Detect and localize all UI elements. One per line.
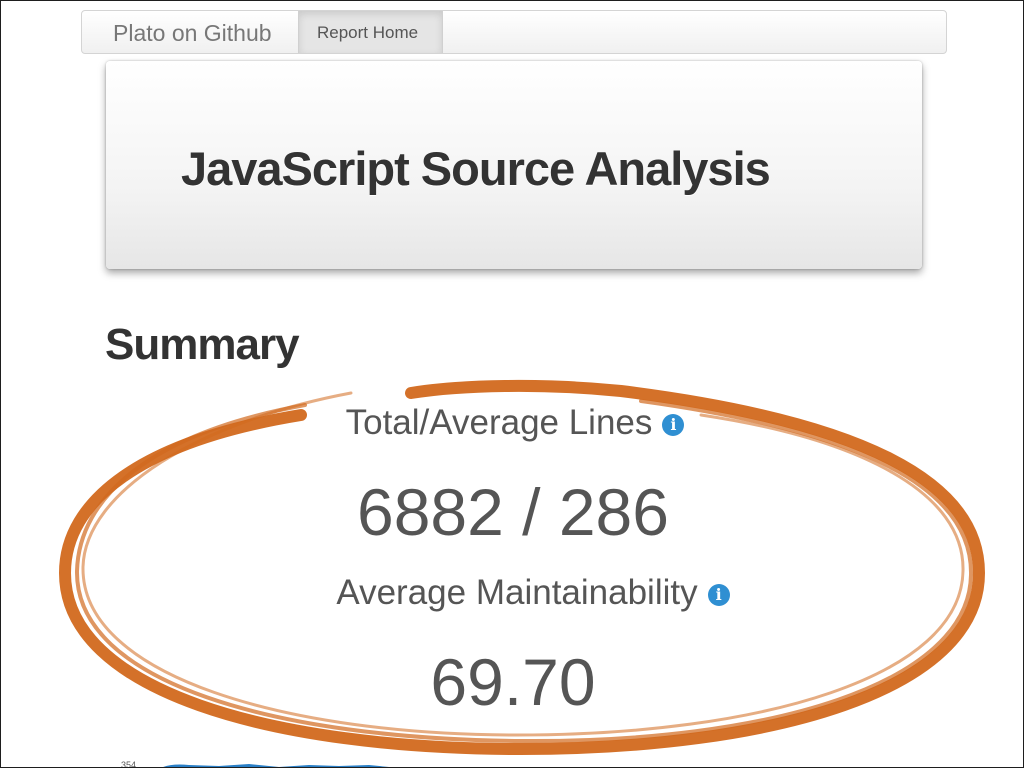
info-icon[interactable]: i: [662, 414, 685, 436]
lines-label-text: Total/Average Lines: [345, 403, 653, 442]
navbar: Plato on Github Report Home: [81, 10, 947, 54]
chart-peek-shape: [163, 764, 389, 767]
brand-link[interactable]: Plato on Github: [113, 20, 272, 47]
maintainability-stat-value: 69.70: [430, 645, 596, 719]
info-icon[interactable]: i: [707, 584, 730, 606]
nav-link-report-home[interactable]: Report Home: [298, 11, 443, 53]
hero-unit: JavaScript Source Analysis: [106, 61, 922, 269]
maintainability-stat-label: Average Maintainability i: [1, 573, 1023, 612]
nav-link-label: Report Home: [317, 23, 419, 42]
slide-frame: Plato on Github Report Home JavaScript S…: [0, 0, 1024, 768]
page-title: JavaScript Source Analysis: [181, 142, 771, 195]
maintainability-label-text: Average Maintainability: [336, 573, 698, 612]
summary-heading: Summary: [105, 320, 300, 369]
lines-stat-label: Total/Average Lines i: [1, 403, 1023, 442]
lines-stat-value: 6882 / 286: [357, 475, 669, 549]
chart-peek-label: 354: [121, 760, 137, 768]
